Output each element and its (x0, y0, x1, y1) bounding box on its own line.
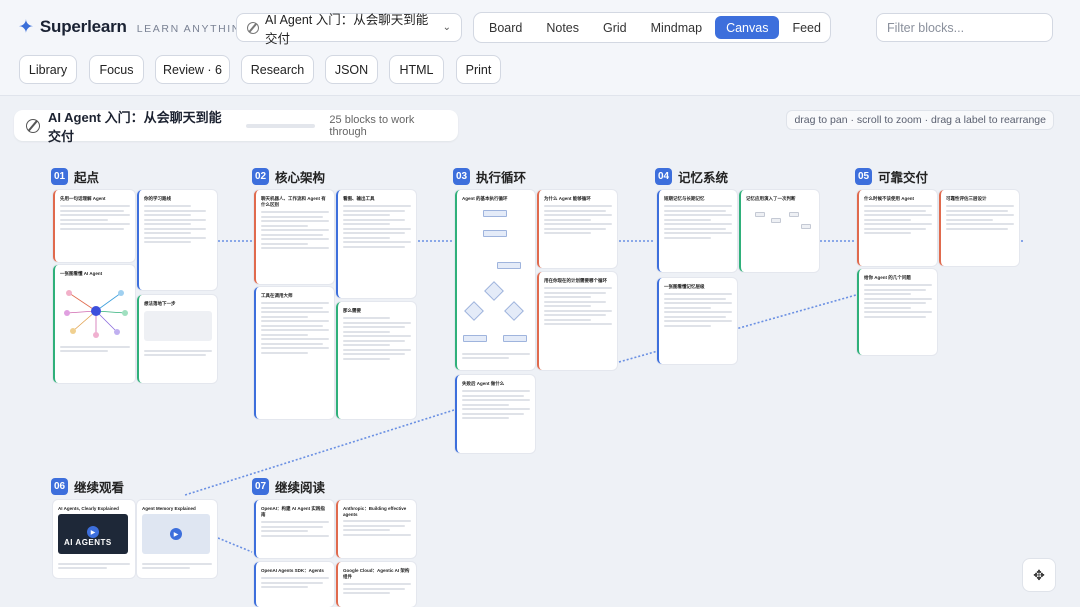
card-title: AI Agents, Clearly Explained (58, 506, 119, 511)
block-card[interactable]: 一张图看懂 AI Agent (53, 265, 135, 383)
block-card[interactable]: 你的学习路线 (137, 190, 217, 290)
card-title: 聊天机器人、工作流和 Agent 有什么区别 (261, 196, 326, 207)
block-card[interactable]: 可靠性评估三层设计 (939, 190, 1019, 266)
block-card[interactable]: 看图、输出工具 (336, 190, 416, 298)
link-card[interactable]: Google Cloud：Agentic AI 架构组件 (336, 562, 416, 607)
block-card[interactable]: 一张图看懂记忆层级 (657, 278, 737, 364)
card-title: 工具在调用大师 (261, 293, 293, 298)
section-header-03[interactable]: 03 执行循环 (453, 167, 526, 186)
block-card[interactable]: 那么需要 (336, 302, 416, 419)
card-title: 先用一句话理解 Agent (60, 196, 106, 201)
section-header-06[interactable]: 06 继续观看 (51, 477, 124, 496)
section-number: 04 (655, 168, 672, 185)
card-title: 那么需要 (343, 308, 361, 313)
section-header-07[interactable]: 07 继续阅读 (252, 477, 325, 496)
video-card[interactable]: Agent Memory Explained ▶ (137, 500, 217, 578)
card-title: 给你 Agent 的几个问题 (864, 275, 911, 280)
section-title: 起点 (74, 171, 100, 185)
card-title: OpenAI Agents SDK：Agents (261, 568, 324, 573)
thumbnail-text: AI AGENTS (64, 538, 112, 547)
section-title: 可靠交付 (878, 171, 929, 185)
card-title: 你的学习路线 (144, 196, 171, 201)
section-header-01[interactable]: 01 起点 (51, 167, 99, 186)
card-title: 用在你现在的计划需要哪个循环 (544, 278, 607, 283)
card-title: 短期记忆与长期记忆 (664, 196, 705, 201)
card-title: Agent 的基本执行循环 (462, 196, 508, 201)
recenter-button[interactable]: ✥ (1022, 558, 1056, 592)
section-header-02[interactable]: 02 核心架构 (252, 167, 325, 186)
block-card[interactable]: 给你 Agent 的几个问题 (857, 269, 937, 355)
video-card[interactable]: AI Agents, Clearly Explained AI AGENTS ▶ (53, 500, 135, 578)
card-title: 什么时候不该使用 Agent (864, 196, 914, 201)
section-number: 03 (453, 168, 470, 185)
link-card[interactable]: OpenAI Agents SDK：Agents (254, 562, 334, 607)
section-number: 01 (51, 168, 68, 185)
section-title: 继续观看 (74, 481, 125, 495)
video-thumbnail[interactable]: AI AGENTS ▶ (58, 514, 128, 554)
card-title: Anthropic：Building effective agents (343, 506, 407, 517)
card-title: 为什么 Agent 能够循环 (544, 196, 591, 201)
section-header-05[interactable]: 05 可靠交付 (855, 167, 928, 186)
link-card[interactable]: OpenAI：构建 AI Agent 实践指南 (254, 500, 334, 558)
play-icon: ▶ (170, 528, 182, 540)
block-card[interactable]: Agent 的基本执行循环 (455, 190, 535, 370)
block-card[interactable]: 想法落地下一步 (137, 295, 217, 383)
video-thumbnail[interactable]: ▶ (142, 514, 210, 554)
block-card[interactable]: 工具在调用大师 (254, 287, 334, 419)
block-card[interactable]: 失败后 Agent 做什么 (455, 375, 535, 453)
card-title: OpenAI：构建 AI Agent 实践指南 (261, 506, 325, 517)
block-card[interactable]: 先用一句话理解 Agent (53, 190, 135, 262)
card-title: Agent Memory Explained (142, 506, 196, 511)
card-title: 一张图看懂记忆层级 (664, 284, 705, 289)
link-card[interactable]: Anthropic：Building effective agents (336, 500, 416, 558)
section-number: 05 (855, 168, 872, 185)
block-card[interactable]: 用在你现在的计划需要哪个循环 (537, 272, 617, 370)
card-title: 看图、输出工具 (343, 196, 375, 201)
card-title: 记忆应用演入了一次判断 (746, 196, 796, 201)
section-header-04[interactable]: 04 记忆系统 (655, 167, 728, 186)
block-card[interactable]: 聊天机器人、工作流和 Agent 有什么区别 (254, 190, 334, 284)
move-icon: ✥ (1033, 566, 1045, 583)
section-number: 07 (252, 478, 269, 495)
section-number: 02 (252, 168, 269, 185)
section-title: 继续阅读 (275, 481, 326, 495)
section-title: 记忆系统 (678, 171, 729, 185)
section-title: 核心架构 (275, 171, 326, 185)
card-title: 一张图看懂 AI Agent (60, 271, 103, 276)
card-title: Google Cloud：Agentic AI 架构组件 (343, 568, 410, 579)
card-title: 可靠性评估三层设计 (946, 196, 987, 201)
block-card[interactable]: 记忆应用演入了一次判断 (739, 190, 819, 272)
block-card[interactable]: 为什么 Agent 能够循环 (537, 190, 617, 268)
section-title: 执行循环 (476, 171, 527, 185)
card-title: 失败后 Agent 做什么 (462, 381, 505, 386)
card-title: 想法落地下一步 (144, 301, 176, 306)
play-icon: ▶ (87, 526, 99, 538)
block-card[interactable]: 短期记忆与长期记忆 (657, 190, 737, 272)
block-card[interactable]: 什么时候不该使用 Agent (857, 190, 937, 266)
mindmap-thumbnail (64, 290, 128, 338)
section-number: 06 (51, 478, 68, 495)
